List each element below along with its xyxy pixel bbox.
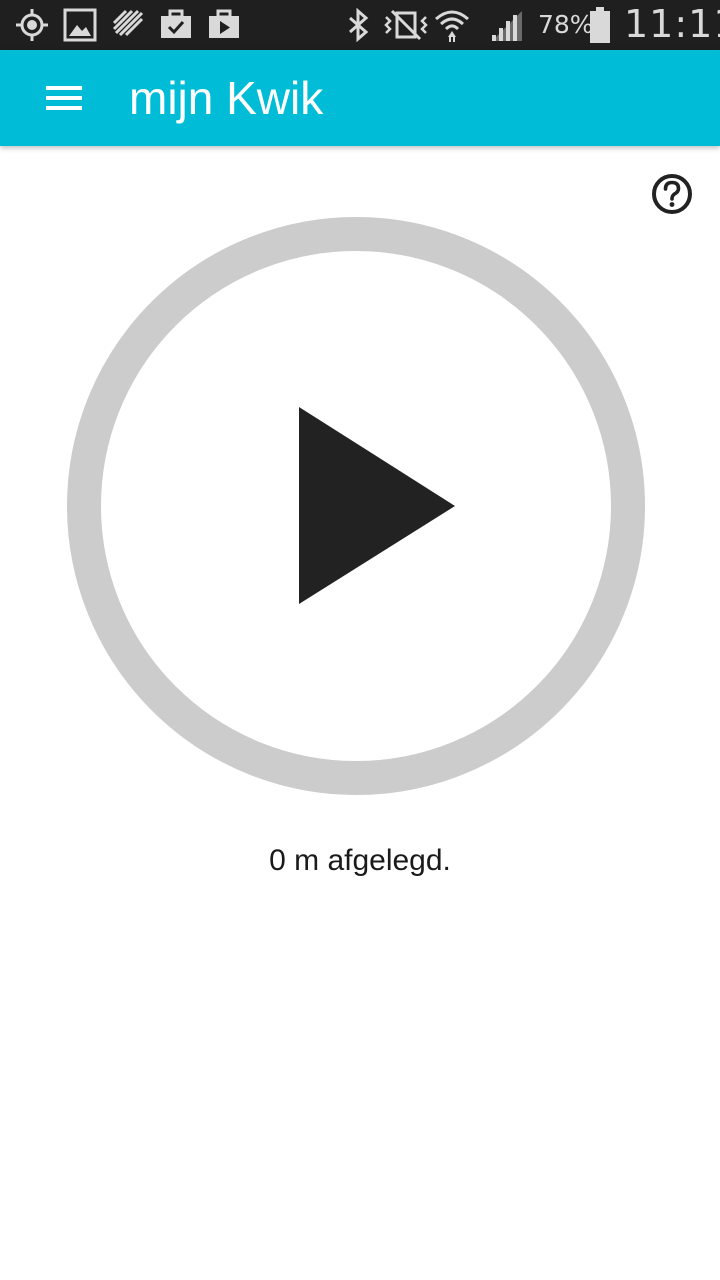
app-bar: mijn Kwik (0, 50, 720, 146)
signal-stripes-icon (112, 9, 144, 37)
play-button[interactable] (66, 216, 646, 796)
battery-percent: 78% (538, 10, 594, 39)
bluetooth-icon (349, 7, 369, 43)
cell-signal-icon (492, 11, 522, 41)
menu-button[interactable] (40, 78, 88, 118)
help-circle-icon (652, 174, 692, 214)
briefcase-check-icon (161, 9, 191, 38)
play-ring (67, 217, 645, 795)
wifi-icon (435, 10, 469, 42)
gps-icon (16, 9, 48, 41)
battery-icon (590, 7, 610, 43)
hamburger-menu-icon (46, 86, 82, 110)
help-button[interactable] (650, 172, 694, 216)
app-title: mijn Kwik (129, 72, 324, 124)
status-bar: 78% 11:11 (0, 0, 720, 50)
vibrate-off-icon (384, 9, 428, 41)
play-store-icon (209, 9, 239, 38)
image-icon (63, 8, 97, 42)
clock: 11:11 (624, 2, 720, 46)
distance-label: 0 m afgelegd. (269, 844, 451, 877)
